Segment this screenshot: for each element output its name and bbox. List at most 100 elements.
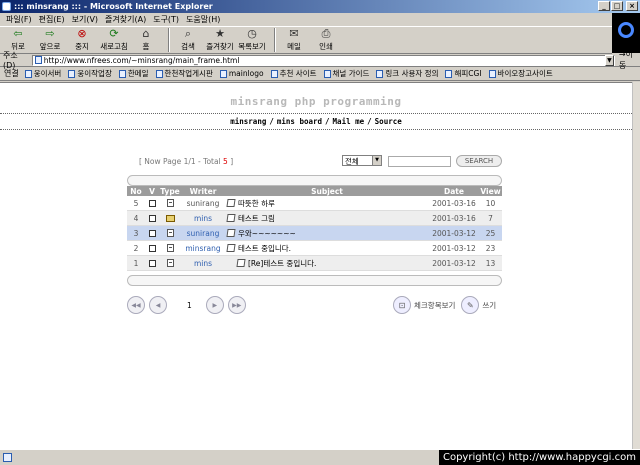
subject-link[interactable]: [Re]테스트 중입니다.: [248, 258, 316, 269]
table-row[interactable]: 2 minsrang 테스트 중입니다. 2001-03-12 23: [127, 241, 502, 256]
link-item[interactable]: 웅이서버: [24, 68, 61, 79]
maximize-button[interactable]: □: [611, 1, 623, 11]
search-field-select[interactable]: 전체 ▼: [342, 155, 382, 166]
search-button[interactable]: ⌕ 검색: [174, 28, 202, 52]
menu-view[interactable]: 보기(V): [72, 14, 98, 25]
menu-edit[interactable]: 편집(E): [39, 14, 65, 25]
page-icon: [34, 56, 42, 64]
current-page[interactable]: 1: [187, 301, 192, 310]
menu-help[interactable]: 도움말(H): [186, 14, 220, 25]
back-button[interactable]: ⇦ 뒤로: [4, 28, 32, 52]
writer-link[interactable]: minsrang: [181, 244, 225, 253]
nav-source[interactable]: Source: [375, 117, 402, 126]
memo-icon: [226, 244, 236, 252]
subject-link[interactable]: 따뜻한 하루: [238, 198, 275, 209]
write-button[interactable]: ✎: [461, 296, 480, 314]
link-item[interactable]: 추천 사이트: [270, 68, 317, 79]
table-row[interactable]: 4 mins 테스트 그림 2001-03-16 7: [127, 211, 502, 226]
link-item[interactable]: 링크 사용자 정의: [376, 68, 438, 79]
writer-link[interactable]: sunirang: [181, 229, 225, 238]
menu-tools[interactable]: 도구(T): [153, 14, 179, 25]
print-button[interactable]: ⎙ 인쇄: [312, 28, 340, 52]
menu-file[interactable]: 파일(F): [6, 14, 32, 25]
forward-button[interactable]: ⇨ 앞으로: [36, 28, 64, 52]
link-item[interactable]: 바이오장고사이트: [488, 68, 553, 79]
next-page-button[interactable]: ▶: [205, 296, 224, 314]
site-nav: minsrang / mins board / Mail me / Source: [230, 117, 402, 126]
menu-favorites[interactable]: 즐겨찾기(A): [105, 14, 146, 25]
close-button[interactable]: ×: [626, 1, 638, 11]
window-title: ::: minsrang ::: - Microsoft Internet Ex…: [14, 2, 213, 11]
favorites-icon: ★: [215, 27, 225, 40]
row-checkbox[interactable]: [148, 229, 156, 237]
first-page-button[interactable]: ◀◀: [127, 296, 145, 314]
link-item[interactable]: 웅이작업장: [68, 68, 112, 79]
link-item[interactable]: 한메일: [118, 68, 149, 79]
history-button[interactable]: ◷ 목록보기: [238, 28, 266, 52]
table-row[interactable]: 1 mins [Re]테스트 중입니다. 2001-03-12 13: [127, 256, 502, 271]
page-icon: [445, 69, 453, 78]
row-checkbox[interactable]: [148, 259, 156, 267]
double-left-icon: ◀◀: [131, 301, 141, 309]
prev-page-button[interactable]: ◀: [149, 296, 167, 314]
subject-link[interactable]: 테스트 그림: [238, 213, 275, 224]
writer-link[interactable]: mins: [181, 259, 225, 268]
home-icon: ⌂: [142, 27, 150, 40]
row-checkbox[interactable]: [148, 214, 156, 222]
link-item[interactable]: 해피CGI: [445, 68, 482, 79]
link-item[interactable]: 한천작업게시판: [155, 68, 213, 79]
link-item[interactable]: 채널 가이드: [323, 68, 369, 79]
print-icon: ⎙: [321, 27, 331, 40]
table-bottom-frame: [127, 275, 502, 286]
page-icon: [488, 69, 496, 78]
memo-icon: [226, 199, 236, 207]
writer-link[interactable]: mins: [181, 214, 225, 223]
board-table: No V Type Writer Subject Date View 5 sun…: [127, 175, 502, 286]
minimize-button[interactable]: _: [598, 1, 610, 11]
links-bar: 연결 웅이서버 웅이작업장 한메일 한천작업게시판 mainlogo 추천 사이…: [0, 67, 640, 81]
page-icon: [24, 69, 32, 78]
stop-button[interactable]: ⊗ 중지: [68, 28, 96, 52]
page-icon: [219, 69, 227, 78]
subject-link[interactable]: 테스트 중입니다.: [238, 243, 291, 254]
mail-button[interactable]: ✉ 메일: [280, 28, 308, 52]
left-icon: ◀: [155, 301, 161, 309]
link-item[interactable]: mainlogo: [219, 69, 264, 78]
writer-link[interactable]: sunirang: [181, 199, 225, 208]
refresh-icon: ⟳: [109, 27, 119, 40]
table-row[interactable]: 3 sunirang 우와~~~~~~~ 2001-03-12 25: [127, 226, 502, 241]
dotted-divider: [0, 129, 632, 130]
history-icon: ◷: [247, 27, 257, 40]
vertical-scrollbar[interactable]: [632, 82, 640, 449]
write-label[interactable]: 쓰기: [482, 300, 496, 311]
memo-icon: [226, 214, 236, 222]
nav-mins-board[interactable]: mins board: [277, 117, 322, 126]
address-url: http://www.nfrees.com/~minsrang/main_fra…: [43, 55, 240, 65]
page-status-icon: [3, 453, 12, 462]
row-checkbox[interactable]: [148, 199, 156, 207]
page-icon: [118, 69, 126, 78]
table-row[interactable]: 5 sunirang 따뜻한 하루 2001-03-16 10: [127, 196, 502, 211]
dotted-divider: [0, 113, 632, 114]
last-page-button[interactable]: ▶▶: [227, 296, 246, 314]
checked-view-button[interactable]: ⊡: [393, 296, 411, 314]
home-button[interactable]: ⌂ 홈: [132, 28, 160, 52]
address-dropdown-button[interactable]: ▼: [604, 54, 614, 66]
search-icon: ⌕: [184, 27, 192, 40]
search-submit-button[interactable]: SEARCH: [456, 155, 502, 167]
window-controls: _ □ ×: [598, 1, 638, 11]
double-right-icon: ▶▶: [232, 301, 242, 309]
subject-link[interactable]: 우와~~~~~~~: [238, 228, 296, 239]
row-checkbox[interactable]: [148, 244, 156, 252]
address-input[interactable]: http://www.nfrees.com/~minsrang/main_fra…: [31, 54, 615, 66]
nav-minsrang[interactable]: minsrang: [230, 117, 266, 126]
forward-arrow-icon: ⇨: [45, 27, 55, 40]
favorites-button[interactable]: ★ 즐겨찾기: [206, 28, 234, 52]
nav-mail-me[interactable]: Mail me: [333, 117, 365, 126]
search-input[interactable]: [388, 156, 451, 167]
checked-view-label[interactable]: 체크항목보기: [414, 300, 455, 311]
memo-icon: [226, 229, 236, 237]
ie-e-icon: [618, 22, 634, 38]
links-label: 연결: [4, 69, 19, 78]
refresh-button[interactable]: ⟳ 새로고침: [100, 28, 128, 52]
